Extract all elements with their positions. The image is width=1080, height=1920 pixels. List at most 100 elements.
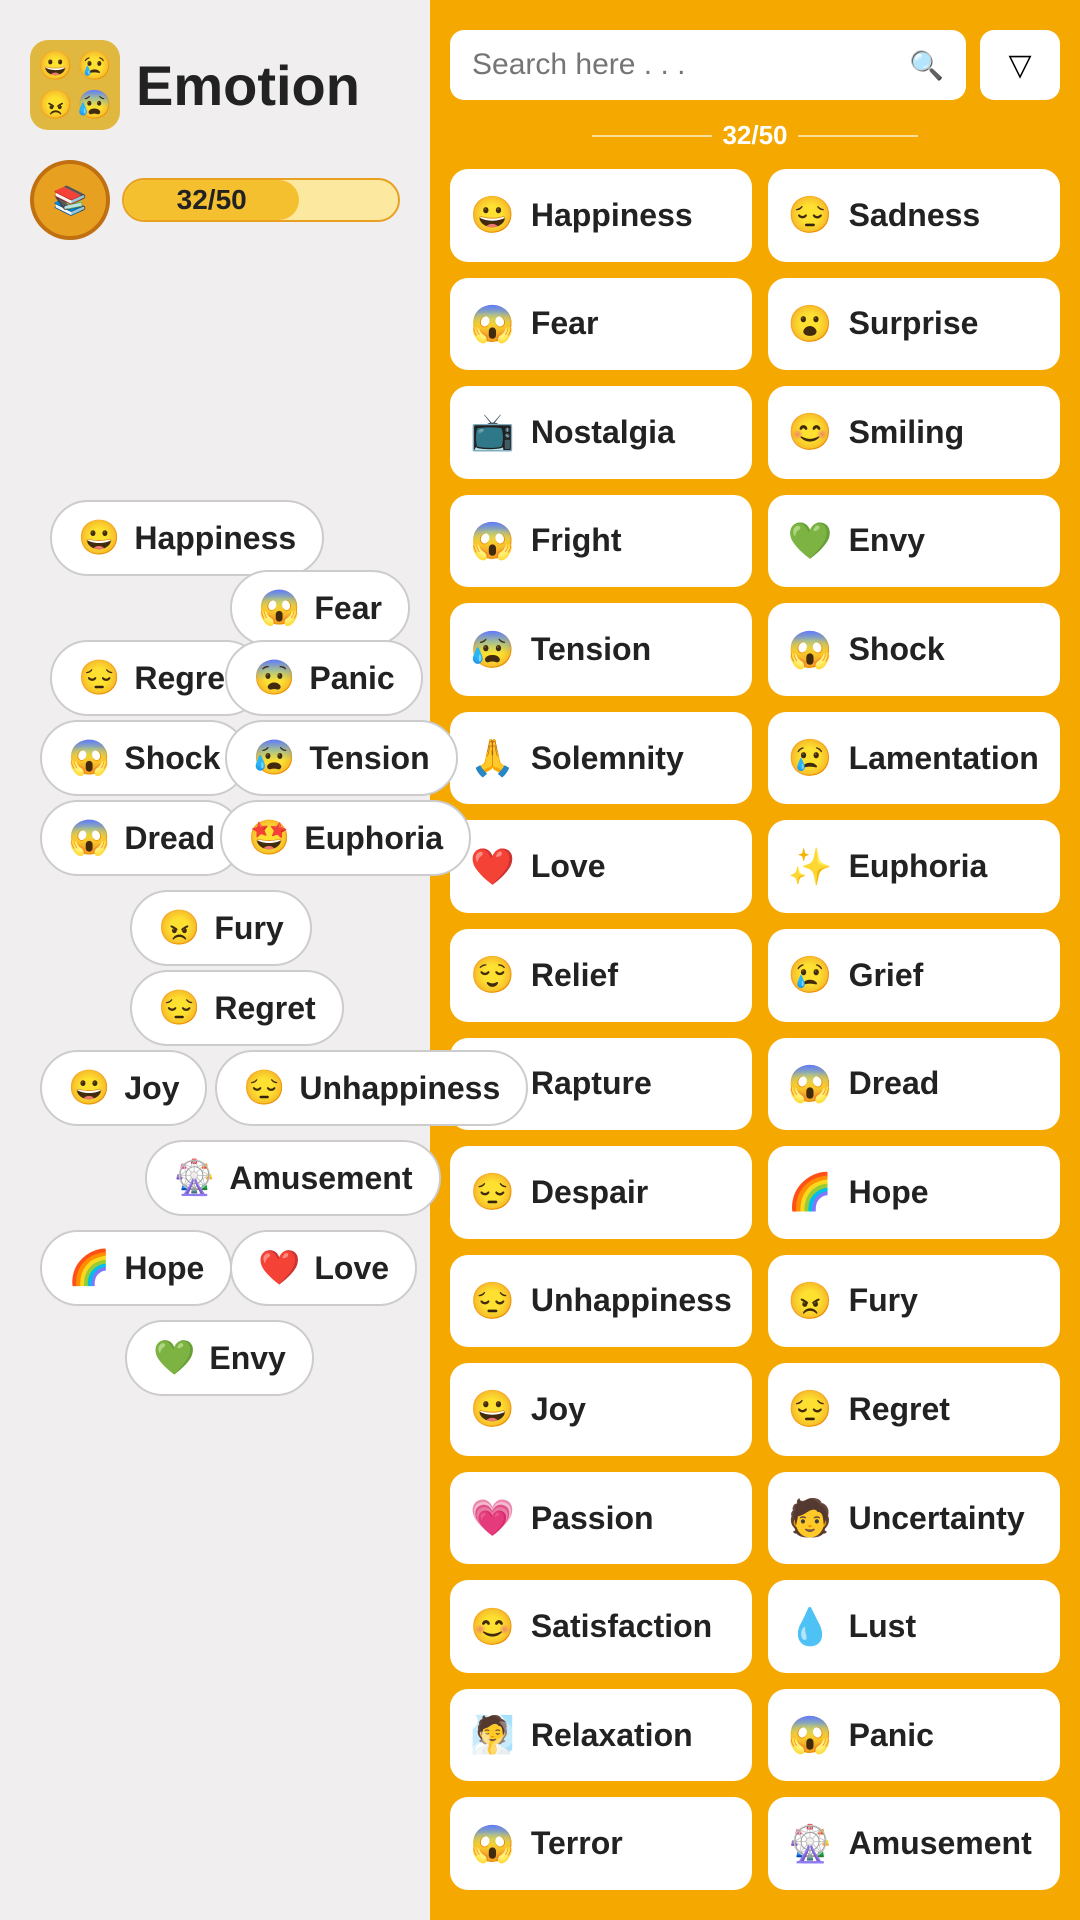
grid-item[interactable]: 😔Regret	[768, 1363, 1060, 1456]
grid-item[interactable]: 💧Lust	[768, 1580, 1060, 1673]
grid-item[interactable]: 🎡Amusement	[768, 1797, 1060, 1890]
left-chip[interactable]: 😀Happiness	[50, 500, 324, 576]
left-chip[interactable]: ❤️Love	[230, 1230, 417, 1306]
grid-item[interactable]: 🧑Uncertainty	[768, 1472, 1060, 1565]
grid-item[interactable]: 😮Surprise	[768, 278, 1060, 371]
progress-text: 32/50	[177, 184, 247, 216]
grid-item[interactable]: 💗 Passion	[450, 1472, 752, 1565]
chip-label: Tension	[309, 740, 429, 777]
grid-item[interactable]: 😀 Happiness	[450, 169, 752, 262]
item-emoji: 😌	[470, 954, 515, 996]
left-chip[interactable]: 😀 Joy	[40, 1050, 207, 1126]
item-label: Surprise	[849, 305, 979, 342]
chip-emoji: 🎡	[173, 1158, 215, 1198]
item-label: Passion	[531, 1500, 654, 1537]
chip-label: Fury	[214, 910, 283, 947]
left-chip[interactable]: 🎡 Amusement	[145, 1140, 441, 1216]
filter-button[interactable]: ▽	[980, 30, 1060, 100]
item-emoji: 😀	[470, 194, 515, 236]
grid-item[interactable]: 😢Grief	[768, 929, 1060, 1022]
score-badge: 📚	[30, 160, 110, 240]
item-emoji: 😔	[470, 1280, 515, 1322]
grid-item[interactable]: 😱Fear	[450, 278, 752, 371]
left-chip[interactable]: 😰 Tension	[225, 720, 458, 796]
grid-item[interactable]: 😱Panic	[768, 1689, 1060, 1782]
filter-icon: ▽	[1008, 48, 1031, 83]
left-chip[interactable]: 😨Panic	[225, 640, 423, 716]
grid-item[interactable]: 😢 Lamentation	[768, 712, 1060, 805]
grid-item[interactable]: 😱Dread	[768, 1038, 1060, 1131]
left-chip[interactable]: 🌈Hope	[40, 1230, 232, 1306]
chip-emoji: 😱	[258, 588, 300, 628]
grid-item[interactable]: ❤️Love	[450, 820, 752, 913]
grid-item[interactable]: ✨Euphoria	[768, 820, 1060, 913]
grid-item[interactable]: 😔Sadness	[768, 169, 1060, 262]
grid-item[interactable]: 😰Tension	[450, 603, 752, 696]
left-chip[interactable]: 😱 Fear	[230, 570, 410, 646]
grid-item[interactable]: 😊Smiling	[768, 386, 1060, 479]
item-label: Joy	[531, 1391, 586, 1428]
chip-emoji: 🤩	[248, 818, 290, 858]
item-emoji: 💗	[470, 1497, 515, 1539]
item-label: Envy	[849, 522, 925, 559]
search-input[interactable]	[472, 48, 897, 82]
chip-emoji: 🌈	[68, 1248, 110, 1288]
left-chip[interactable]: 😠Fury	[130, 890, 312, 966]
grid-item[interactable]: 💚Envy	[768, 495, 1060, 588]
left-chip[interactable]: 😱Shock	[40, 720, 248, 796]
grid-item[interactable]: 🙏Solemnity	[450, 712, 752, 805]
item-emoji: 💧	[788, 1606, 833, 1648]
grid-item[interactable]: 🧖Relaxation	[450, 1689, 752, 1782]
item-label: Rapture	[531, 1065, 652, 1102]
item-emoji: 🧖	[470, 1714, 515, 1756]
left-chip[interactable]: 😔Unhappiness	[215, 1050, 528, 1126]
item-label: Fury	[849, 1282, 918, 1319]
item-label: Satisfaction	[531, 1608, 712, 1645]
item-label: Love	[531, 848, 606, 885]
grid-item[interactable]: 😱Fright	[450, 495, 752, 588]
item-label: Euphoria	[849, 848, 988, 885]
chip-label: Fear	[314, 590, 382, 627]
item-emoji: 😢	[788, 737, 833, 779]
app-header: 😀 😢 😠 😰 Emotion	[30, 40, 400, 130]
chip-emoji: 😰	[253, 738, 295, 778]
item-emoji: 😊	[470, 1606, 515, 1648]
grid-item[interactable]: 😌 Relief	[450, 929, 752, 1022]
grid-item[interactable]: 🌈Hope	[768, 1146, 1060, 1239]
item-label: Nostalgia	[531, 414, 675, 451]
grid-item[interactable]: 😔 Unhappiness	[450, 1255, 752, 1348]
chip-label: Dread	[124, 820, 215, 857]
search-icon: 🔍	[909, 49, 944, 82]
grid-item[interactable]: 😠Fury	[768, 1255, 1060, 1348]
item-emoji: 🙏	[470, 737, 515, 779]
search-input-wrapper[interactable]: 🔍	[450, 30, 966, 100]
item-label: Relief	[531, 957, 618, 994]
grid-item[interactable]: 😱Terror	[450, 1797, 752, 1890]
item-emoji: 📺	[470, 411, 515, 453]
item-label: Sadness	[849, 197, 981, 234]
item-emoji: 😱	[788, 1714, 833, 1756]
item-label: Fright	[531, 522, 622, 559]
item-emoji: 😱	[470, 303, 515, 345]
item-label: Unhappiness	[531, 1282, 732, 1319]
left-chip[interactable]: 😱 Dread	[40, 800, 243, 876]
grid-item[interactable]: 😔Despair	[450, 1146, 752, 1239]
app-title: Emotion	[136, 53, 360, 118]
chip-label: Amusement	[229, 1160, 412, 1197]
chip-label: Joy	[124, 1070, 179, 1107]
chip-emoji: 😱	[68, 818, 110, 858]
item-label: Lamentation	[849, 740, 1039, 777]
item-label: Uncertainty	[849, 1500, 1025, 1537]
item-emoji: 😀	[470, 1388, 515, 1430]
chip-emoji: 😀	[68, 1068, 110, 1108]
grid-item[interactable]: 📺 Nostalgia	[450, 386, 752, 479]
left-chip[interactable]: 🤩Euphoria	[220, 800, 471, 876]
grid-item[interactable]: 😱Shock	[768, 603, 1060, 696]
item-emoji: 😔	[788, 1388, 833, 1430]
left-chip[interactable]: 💚Envy	[125, 1320, 314, 1396]
grid-item[interactable]: 😀 Joy	[450, 1363, 752, 1456]
grid-item[interactable]: 😊 Satisfaction	[450, 1580, 752, 1673]
item-label: Happiness	[531, 197, 693, 234]
item-emoji: 🎡	[788, 1823, 833, 1865]
left-chip[interactable]: 😔Regret	[130, 970, 344, 1046]
